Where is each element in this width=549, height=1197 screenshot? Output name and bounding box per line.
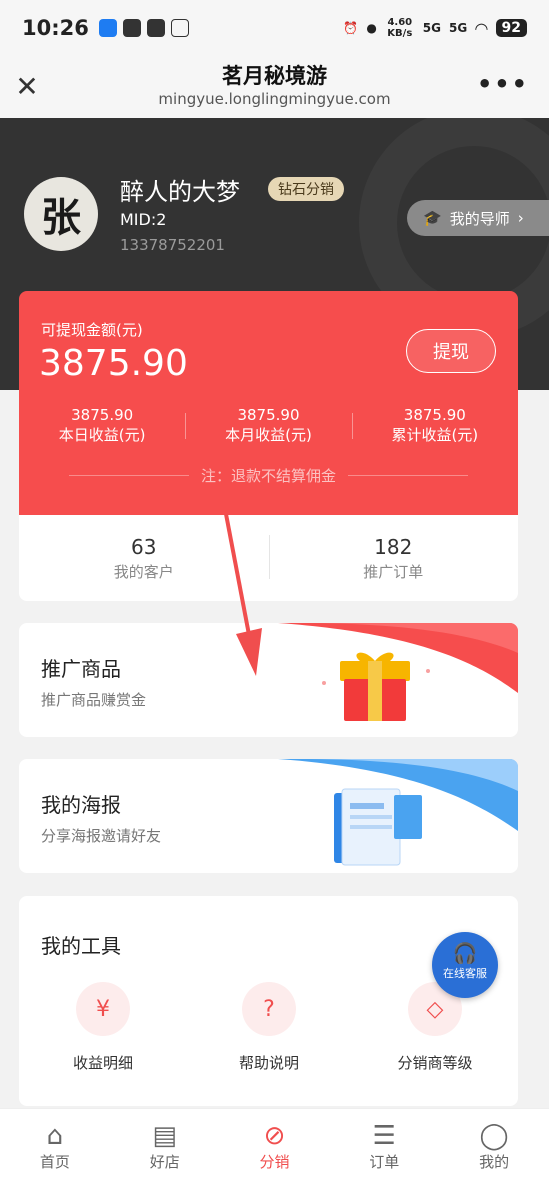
home-icon: ⌂ (46, 1121, 64, 1151)
location-icon: ● (366, 21, 377, 35)
wechat-icon (122, 19, 141, 37)
my-poster-card[interactable]: 我的海报 分享海报邀请好友 (19, 759, 518, 873)
user-mid: MID:2 (120, 210, 167, 229)
distribution-icon: ⊘ (263, 1121, 286, 1151)
my-tools-panel: 我的工具 ¥ 收益明细 ? 帮助说明 ◇ 分销商等级 (19, 896, 518, 1106)
my-mentor-button[interactable]: 🎓 我的导师 › (407, 200, 549, 236)
user-phone: 13378752201 (120, 236, 225, 254)
stat-label: 本日收益(元) (58, 426, 146, 444)
stat-total[interactable]: 3875.90 累计收益(元) (351, 405, 518, 445)
tab-label: 好店 (149, 1153, 180, 1171)
tab-mine[interactable]: ◯ 我的 (439, 1109, 549, 1197)
store-icon: ▤ (152, 1121, 177, 1151)
avatar[interactable]: 张 (24, 177, 98, 251)
count-label: 我的客户 (113, 563, 174, 581)
notification-icons (98, 19, 189, 37)
counts-panel: 63 我的客户 182 推广订单 (19, 515, 518, 601)
page-title: 茗月秘境游 (222, 64, 327, 88)
my-customers[interactable]: 63 我的客户 (19, 515, 269, 601)
signal-1: 5G (422, 21, 441, 35)
poster-icon (334, 788, 422, 866)
more-menu-icon[interactable]: ••• (477, 70, 529, 98)
tool-distributor-level[interactable]: ◇ 分销商等级 (365, 982, 505, 1073)
mentor-label: 我的导师 (449, 209, 510, 228)
withdrawable-label: 可提现金额(元) (41, 321, 143, 339)
promo-title: 我的海报 (41, 793, 121, 817)
alipay-icon (146, 19, 165, 37)
stat-value: 3875.90 (403, 406, 466, 424)
graduation-cap-icon: 🎓 (423, 209, 442, 227)
tab-orders[interactable]: ☰ 订单 (329, 1109, 439, 1197)
app-notification-icon (98, 19, 117, 37)
earnings-stats: 3875.90 本日收益(元) 3875.90 本月收益(元) 3875.90 … (19, 405, 518, 445)
level-badge: 钻石分销 (268, 177, 344, 201)
tab-store[interactable]: ▤ 好店 (110, 1109, 220, 1197)
tool-label: 帮助说明 (238, 1054, 299, 1072)
tools-title: 我的工具 (41, 934, 121, 958)
alarm-icon: ⏰ (343, 21, 359, 35)
user-name: 醉人的大梦 (120, 178, 240, 206)
battery-icon: 92 (495, 19, 527, 37)
withdraw-button[interactable]: 提现 (406, 329, 496, 373)
stat-label: 本月收益(元) (225, 426, 312, 444)
stat-value: 3875.90 (71, 406, 134, 424)
tab-label: 我的 (479, 1153, 510, 1171)
wifi-icon: ◠ (475, 18, 488, 38)
tool-label: 分销商等级 (397, 1054, 473, 1072)
count-value: 182 (374, 535, 413, 559)
app-icon (170, 19, 189, 37)
status-time: 10:26 (22, 16, 89, 40)
yen-refresh-icon: ¥ (76, 982, 130, 1036)
count-label: 推广订单 (363, 563, 424, 581)
order-icon: ☰ (372, 1121, 396, 1151)
stat-label: 累计收益(元) (391, 426, 479, 444)
avatar-calligraphy: 张 (41, 194, 81, 241)
tab-label: 分销 (259, 1153, 290, 1171)
chevron-right-icon: › (517, 209, 524, 227)
tab-distribution[interactable]: ⊘ 分销 (220, 1109, 330, 1197)
withdrawable-amount: 3875.90 (39, 343, 188, 384)
earnings-card: 可提现金额(元) 3875.90 提现 3875.90 本日收益(元) 3875… (19, 291, 518, 515)
signal-2: 5G (449, 21, 468, 35)
tool-help[interactable]: ? 帮助说明 (199, 982, 339, 1073)
promo-subtitle: 推广商品赚赏金 (41, 691, 147, 709)
page-url: mingyue.longlingmingyue.com (158, 90, 391, 108)
tool-earnings-detail[interactable]: ¥ 收益明细 (33, 982, 173, 1073)
online-service-button[interactable]: 🎧 在线客服 (432, 932, 498, 998)
user-icon: ◯ (479, 1121, 509, 1151)
stat-value: 3875.90 (237, 406, 300, 424)
stat-today[interactable]: 3875.90 本日收益(元) (19, 405, 185, 445)
promote-products-card[interactable]: 推广商品 推广商品赚赏金 (19, 623, 518, 737)
status-right: ⏰ ● 4.60 KB/s 5G 5G ◠ 92 (343, 17, 527, 39)
refund-note: 注：退款不结算佣金 (200, 467, 336, 485)
stat-month[interactable]: 3875.90 本月收益(元) (185, 405, 351, 445)
tab-label: 首页 (39, 1153, 70, 1171)
tab-label: 订单 (369, 1153, 400, 1171)
question-icon: ? (242, 982, 296, 1036)
promo-orders[interactable]: 182 推广订单 (268, 515, 519, 601)
headset-icon: 🎧 (452, 941, 478, 965)
tool-label: 收益明细 (72, 1054, 133, 1072)
status-bar: 10:26 ⏰ ● 4.60 KB/s 5G 5G ◠ 92 (0, 0, 549, 56)
gift-illustration (278, 623, 518, 721)
poster-illustration (278, 759, 518, 866)
net-speed: 4.60 KB/s (387, 17, 413, 39)
promo-title: 推广商品 (41, 657, 121, 681)
nav-bar: ✕ 茗月秘境游 mingyue.longlingmingyue.com ••• (0, 56, 549, 118)
service-label: 在线客服 (443, 967, 487, 980)
gift-box-icon (340, 652, 410, 721)
tab-home[interactable]: ⌂ 首页 (0, 1109, 110, 1197)
count-value: 63 (131, 535, 157, 559)
bottom-tab-bar: ⌂ 首页 ▤ 好店 ⊘ 分销 ☰ 订单 ◯ 我的 (0, 1108, 549, 1197)
promo-subtitle: 分享海报邀请好友 (41, 827, 162, 845)
